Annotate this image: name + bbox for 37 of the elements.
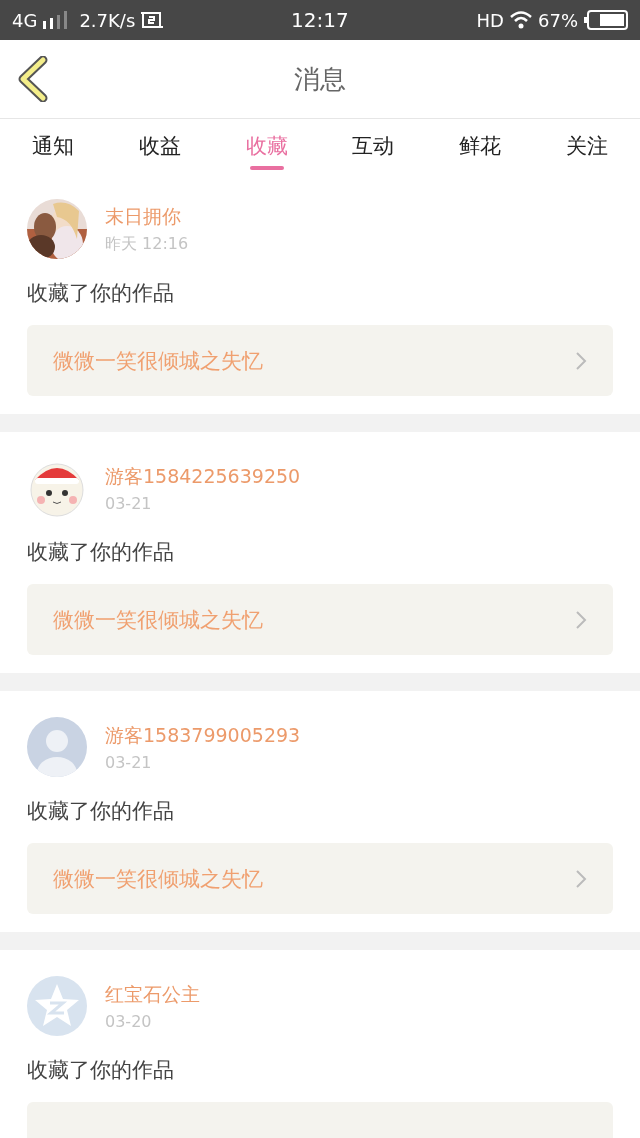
star-avatar-icon xyxy=(27,976,87,1036)
message-text: 收藏了你的作品 xyxy=(27,798,175,825)
tab[interactable]: 收藏 xyxy=(213,119,320,173)
page-title: 消息 xyxy=(293,62,347,96)
message-text: 收藏了你的作品 xyxy=(27,1057,175,1084)
timestamp: 03-21 xyxy=(105,752,153,772)
work-link[interactable]: 微微一笑很倾城之失忆 xyxy=(27,325,613,396)
chevron-icon xyxy=(575,609,587,630)
avatar-icon xyxy=(27,717,87,777)
tab[interactable]: 互动 xyxy=(320,119,427,173)
chevron-icon xyxy=(575,868,587,889)
user-name[interactable]: 游客1584225639250 xyxy=(105,463,301,490)
timestamp: 03-20 xyxy=(105,1011,153,1031)
network-speed: 2.7K/s xyxy=(79,9,136,31)
battery-level: 67% xyxy=(538,9,578,31)
network-type: 4G xyxy=(12,9,38,31)
timestamp: 03-21 xyxy=(105,493,153,513)
hd-label: HD xyxy=(476,9,504,31)
tab[interactable]: 鲜花 xyxy=(426,119,534,173)
work-link[interactable]: 微微一笑很倾城之失忆 xyxy=(27,843,613,914)
user-name[interactable]: 红宝石公主 xyxy=(105,981,200,1008)
tab-indicator xyxy=(249,166,284,170)
tab[interactable]: 关注 xyxy=(533,119,640,173)
clock: 12:17 xyxy=(290,8,350,32)
back-icon[interactable] xyxy=(16,56,50,102)
timestamp: 昨天 12:16 xyxy=(105,233,189,255)
chevron-icon xyxy=(575,350,587,371)
user-name[interactable]: 末日拥你 xyxy=(105,203,189,230)
message-text: 收藏了你的作品 xyxy=(27,539,175,566)
message-text: 收藏了你的作品 xyxy=(27,280,175,307)
user-name[interactable]: 游客1583799005293 xyxy=(105,722,301,749)
battery-icon xyxy=(584,10,628,30)
tab[interactable]: 收益 xyxy=(106,119,214,173)
wifi-icon xyxy=(510,11,532,29)
screenshot-icon xyxy=(141,10,164,30)
work-link[interactable]: 微微一笑很倾城之失忆 xyxy=(27,584,613,655)
tab[interactable]: 通知 xyxy=(0,119,107,173)
